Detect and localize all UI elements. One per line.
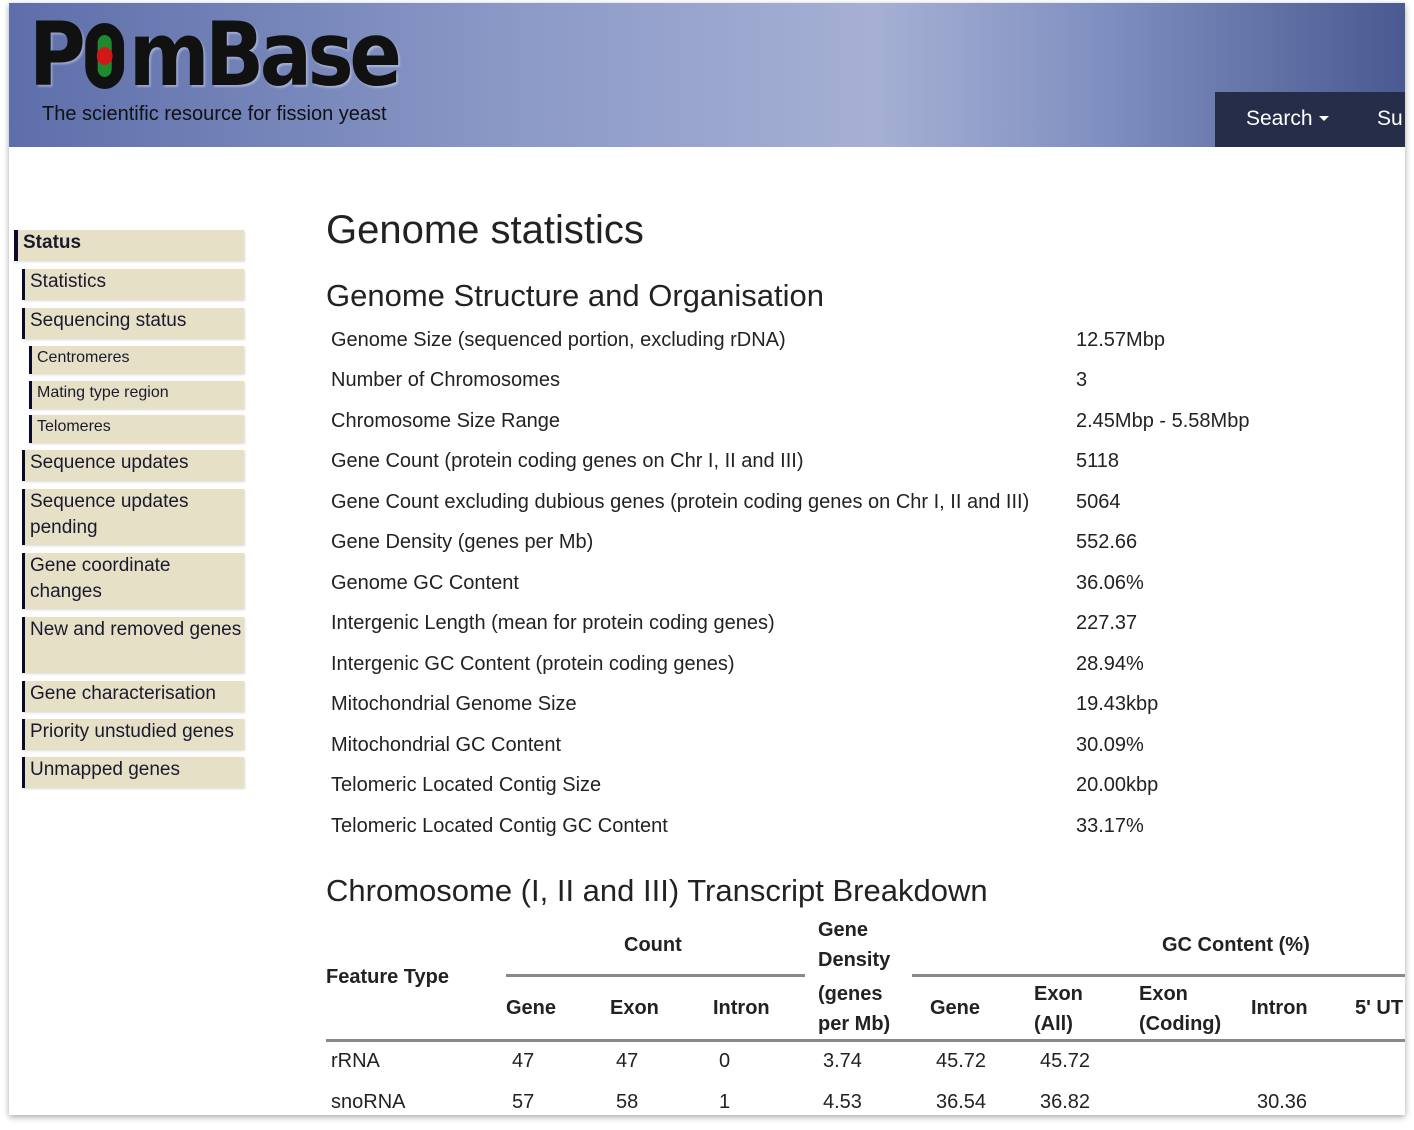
- cell-exon-count: 47: [616, 1050, 639, 1072]
- logo-text: mBase: [128, 3, 402, 106]
- stat-label: Gene Count (protein coding genes on Chr …: [331, 450, 804, 472]
- nav-search-label: Search: [1246, 107, 1313, 130]
- header-density-line4: per Mb): [818, 1013, 891, 1035]
- stat-value: 36.06%: [1076, 572, 1144, 594]
- header-rule-count: [506, 974, 805, 977]
- header-gene: Gene: [506, 997, 557, 1019]
- sidebar-item-mating-type-region[interactable]: Mating type region: [29, 381, 244, 409]
- stat-label: Telomeric Located Contig GC Content: [331, 815, 668, 837]
- cell-gene-count: 57: [512, 1091, 535, 1113]
- caret-down-icon: [1318, 116, 1329, 121]
- header-bottom-rule: [326, 1039, 1405, 1042]
- stat-label: Mitochondrial Genome Size: [331, 693, 577, 715]
- sidebar-item-status[interactable]: Status: [14, 230, 244, 261]
- header-density-line1: Gene: [818, 919, 869, 941]
- sidebar-item-telomeres[interactable]: Telomeres: [29, 415, 244, 443]
- header-gc-5utr: 5' UT: [1355, 997, 1404, 1019]
- cell-gene-density: 3.74: [823, 1050, 862, 1072]
- stat-value: 19.43kbp: [1076, 693, 1159, 715]
- header-gc-exon-coding-1: Exon: [1139, 983, 1188, 1005]
- stat-label: Gene Count excluding dubious genes (prot…: [331, 491, 1030, 513]
- cell-gc-exon-all: 45.72: [1040, 1050, 1091, 1072]
- stat-value: 552.66: [1076, 531, 1138, 553]
- site-tagline: The scientific resource for fission yeas…: [42, 103, 387, 125]
- stat-label: Chromosome Size Range: [331, 410, 560, 432]
- header-gc-gene: Gene: [930, 997, 981, 1019]
- header-exon: Exon: [610, 997, 659, 1019]
- nav-search-dropdown[interactable]: Search: [1246, 107, 1329, 131]
- header-gc-exon-coding-2: (Coding): [1139, 1013, 1222, 1035]
- stat-value: 3: [1076, 369, 1088, 391]
- yeast-cell-icon: [84, 23, 124, 89]
- stat-value: 5118: [1076, 450, 1120, 472]
- stat-label: Genome Size (sequenced portion, excludin…: [331, 329, 786, 351]
- cell-intron-count: 0: [719, 1050, 731, 1072]
- sidebar-item-gene-coordinate-changes[interactable]: Gene coordinate changes: [22, 553, 244, 609]
- stat-label: Genome GC Content: [331, 572, 519, 594]
- page-title: Genome statistics: [326, 208, 644, 252]
- stat-label: Telomeric Located Contig Size: [331, 774, 602, 796]
- section-title-structure: Genome Structure and Organisation: [326, 278, 824, 313]
- logo-letter-p: P: [29, 3, 86, 106]
- sidebar-item-unmapped-genes[interactable]: Unmapped genes: [22, 757, 244, 788]
- pombase-logo[interactable]: PmBase: [29, 7, 402, 103]
- top-navbar: Search Su: [1215, 92, 1405, 147]
- header-intron: Intron: [713, 997, 770, 1019]
- stat-value: 28.94%: [1076, 653, 1144, 675]
- site-header: PmBase The scientific resource for fissi…: [9, 3, 1405, 147]
- header-feature-type: Feature Type: [326, 966, 449, 988]
- cell-gc-exon-all: 36.82: [1040, 1091, 1091, 1113]
- stat-label: Intergenic GC Content (protein coding ge…: [331, 653, 735, 675]
- browser-page: PmBase The scientific resource for fissi…: [9, 3, 1405, 1115]
- stat-value: 5064: [1076, 491, 1121, 513]
- cell-feature-type: snoRNA: [331, 1091, 406, 1113]
- header-rule-gc: [912, 974, 1405, 977]
- stat-value: 20.00kbp: [1076, 774, 1159, 796]
- cell-exon-count: 58: [616, 1091, 639, 1113]
- cell-feature-type: rRNA: [331, 1050, 380, 1072]
- cell-intron-count: 1: [719, 1091, 731, 1113]
- stat-value: 2.45Mbp - 5.58Mbp: [1076, 410, 1250, 432]
- header-gc-intron: Intron: [1251, 997, 1308, 1019]
- header-gc-exon-all-1: Exon: [1034, 983, 1083, 1005]
- cell-gene-count: 47: [512, 1050, 535, 1072]
- stat-value: 30.09%: [1076, 734, 1144, 756]
- stat-value: 33.17%: [1076, 815, 1144, 837]
- cell-gc-gene: 45.72: [936, 1050, 987, 1072]
- stat-label: Mitochondrial GC Content: [331, 734, 562, 756]
- section-title-transcript-breakdown: Chromosome (I, II and III) Transcript Br…: [326, 873, 988, 908]
- sidebar-item-statistics[interactable]: Statistics: [22, 269, 244, 300]
- stat-label: Intergenic Length (mean for protein codi…: [331, 612, 775, 634]
- header-count: Count: [624, 934, 682, 956]
- nav-submit-menu[interactable]: Su: [1377, 107, 1403, 131]
- sidebar-item-centromeres[interactable]: Centromeres: [29, 346, 244, 374]
- header-gc-exon-all-2: (All): [1034, 1013, 1073, 1035]
- stat-label: Number of Chromosomes: [331, 369, 560, 391]
- sidebar-item-priority-unstudied-genes[interactable]: Priority unstudied genes: [22, 719, 244, 750]
- sidebar-item-sequencing-status[interactable]: Sequencing status: [22, 308, 244, 339]
- cell-gc-intron: 30.36: [1257, 1091, 1308, 1113]
- stat-value: 227.37: [1076, 612, 1138, 634]
- cell-gene-density: 4.53: [823, 1091, 862, 1113]
- cell-gc-gene: 36.54: [936, 1091, 987, 1113]
- sidebar-item-gene-characterisation[interactable]: Gene characterisation: [22, 681, 244, 712]
- header-density-line2: Density: [818, 949, 891, 971]
- sidebar-item-new-and-removed-genes[interactable]: New and removed genes: [22, 617, 244, 673]
- header-density-line3: (genes: [818, 983, 883, 1005]
- stat-label: Gene Density (genes per Mb): [331, 531, 594, 553]
- sidebar-item-sequence-updates-pending[interactable]: Sequence updates pending: [22, 489, 244, 545]
- sidebar-item-sequence-updates[interactable]: Sequence updates: [22, 450, 244, 481]
- header-gc-content: GC Content (%): [1162, 934, 1310, 956]
- stat-value: 12.57Mbp: [1076, 329, 1165, 351]
